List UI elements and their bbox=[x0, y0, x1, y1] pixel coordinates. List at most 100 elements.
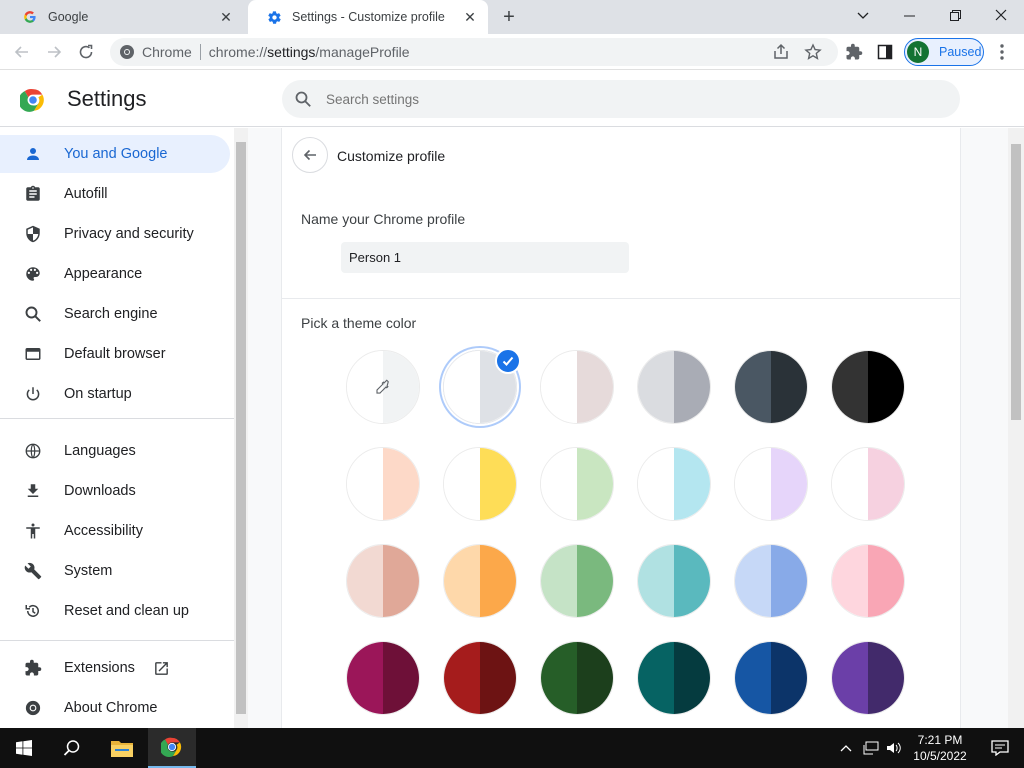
tab-title: Settings - Customize profile bbox=[292, 10, 445, 24]
page-title: Settings bbox=[67, 86, 147, 111]
share-icon[interactable] bbox=[772, 43, 790, 64]
tray-chevron-up-icon[interactable] bbox=[832, 728, 860, 768]
back-arrow-icon[interactable] bbox=[10, 40, 34, 64]
search-input[interactable] bbox=[326, 91, 926, 107]
network-icon[interactable] bbox=[858, 728, 884, 768]
close-icon[interactable]: ✕ bbox=[460, 7, 480, 27]
sidebar-item-on-startup[interactable]: On startup bbox=[0, 375, 230, 413]
sidebar-item-label: You and Google bbox=[64, 146, 168, 162]
theme-color-swatch[interactable] bbox=[540, 641, 614, 715]
theme-color-swatch[interactable] bbox=[831, 350, 905, 424]
download-icon bbox=[23, 481, 43, 501]
google-g-icon bbox=[22, 9, 38, 25]
sidebar-item-system[interactable]: System bbox=[0, 552, 230, 590]
theme-color-swatch[interactable] bbox=[637, 544, 711, 618]
theme-color-swatch[interactable] bbox=[637, 641, 711, 715]
menu-kebab-icon[interactable] bbox=[990, 40, 1014, 64]
browser-toolbar: Chrome chrome://settings/manageProfile N… bbox=[0, 34, 1024, 70]
sidebar-item-you-and-google[interactable]: You and Google bbox=[0, 135, 230, 173]
sidebar-item-autofill[interactable]: Autofill bbox=[0, 175, 230, 213]
theme-color-swatch[interactable] bbox=[637, 447, 711, 521]
theme-color-swatch[interactable] bbox=[443, 447, 517, 521]
minimize-button[interactable] bbox=[886, 0, 932, 30]
extensions-puzzle-icon[interactable] bbox=[842, 40, 866, 64]
customize-profile-card: Customize profile Name your Chrome profi… bbox=[281, 128, 961, 728]
sidebar-item-label: Appearance bbox=[64, 266, 143, 282]
theme-color-swatch[interactable] bbox=[540, 544, 614, 618]
sidebar-item-search-engine[interactable]: Search engine bbox=[0, 295, 230, 333]
sidebar-item-downloads[interactable]: Downloads bbox=[0, 472, 230, 510]
shield-icon bbox=[23, 224, 43, 244]
sidebar-item-extensions[interactable]: Extensions bbox=[0, 649, 230, 687]
forward-arrow-icon[interactable] bbox=[42, 40, 66, 64]
theme-color-swatch[interactable] bbox=[346, 641, 420, 715]
settings-sidebar: You and Google Autofill Privacy and secu… bbox=[0, 128, 234, 728]
sidebar-item-label: Default browser bbox=[64, 346, 166, 362]
profile-button[interactable]: N Paused bbox=[904, 38, 984, 66]
theme-color-swatch[interactable] bbox=[540, 447, 614, 521]
scrollbar-thumb[interactable] bbox=[1011, 144, 1021, 420]
theme-color-swatch[interactable] bbox=[637, 350, 711, 424]
notification-icon[interactable] bbox=[976, 728, 1024, 768]
sidebar-scrollbar[interactable] bbox=[234, 128, 248, 728]
settings-gear-icon bbox=[266, 9, 282, 25]
theme-color-swatch[interactable] bbox=[734, 350, 808, 424]
chrome-logo-icon bbox=[18, 87, 46, 113]
bookmark-star-icon[interactable] bbox=[804, 43, 822, 64]
reload-icon[interactable] bbox=[74, 40, 98, 64]
taskbar-search-icon[interactable] bbox=[48, 728, 96, 768]
tab-search-chevron-icon[interactable] bbox=[840, 0, 886, 30]
theme-color-swatch[interactable] bbox=[443, 544, 517, 618]
omnibox-divider bbox=[199, 44, 201, 60]
puzzle-icon bbox=[23, 658, 43, 678]
scrollbar-thumb[interactable] bbox=[236, 142, 246, 714]
tab-settings[interactable]: Settings - Customize profile ✕ bbox=[248, 0, 488, 34]
address-bar[interactable]: Chrome chrome://settings/manageProfile bbox=[110, 38, 838, 66]
clipboard-icon bbox=[23, 184, 43, 204]
windows-start-icon[interactable] bbox=[0, 728, 48, 768]
sidebar-item-label: System bbox=[64, 563, 113, 579]
theme-color-swatch[interactable] bbox=[540, 350, 614, 424]
sidebar-item-languages[interactable]: Languages bbox=[0, 432, 230, 470]
custom-color-picker-swatch[interactable] bbox=[346, 350, 420, 424]
sidebar-item-appearance[interactable]: Appearance bbox=[0, 255, 230, 293]
sidebar-item-accessibility[interactable]: Accessibility bbox=[0, 512, 230, 550]
new-tab-button[interactable]: + bbox=[498, 6, 520, 28]
sidebar-item-label: Languages bbox=[64, 443, 136, 459]
chrome-site-icon bbox=[119, 44, 135, 60]
chrome-taskbar-icon[interactable] bbox=[148, 728, 196, 768]
theme-color-swatch[interactable] bbox=[831, 641, 905, 715]
sidebar-item-label: Autofill bbox=[64, 186, 108, 202]
power-icon bbox=[23, 384, 43, 404]
palette-icon bbox=[23, 264, 43, 284]
main-scrollbar[interactable] bbox=[1008, 128, 1024, 728]
theme-color-swatch[interactable] bbox=[443, 641, 517, 715]
side-panel-icon[interactable] bbox=[873, 40, 897, 64]
chrome-icon bbox=[23, 698, 43, 718]
history-icon bbox=[23, 601, 43, 621]
volume-icon[interactable] bbox=[882, 728, 906, 768]
theme-color-swatch[interactable] bbox=[734, 641, 808, 715]
theme-color-swatch[interactable] bbox=[831, 447, 905, 521]
theme-color-swatch[interactable] bbox=[734, 544, 808, 618]
sidebar-item-privacy-and-security[interactable]: Privacy and security bbox=[0, 215, 230, 253]
sidebar-item-default-browser[interactable]: Default browser bbox=[0, 335, 230, 373]
accessibility-icon bbox=[23, 521, 43, 541]
tab-google[interactable]: Google ✕ bbox=[4, 0, 244, 34]
taskbar-clock[interactable]: 7:21 PM 10/5/2022 bbox=[904, 732, 976, 764]
settings-search[interactable] bbox=[282, 80, 960, 118]
theme-color-swatch[interactable] bbox=[734, 447, 808, 521]
site-label: Chrome bbox=[142, 44, 192, 60]
sidebar-item-about-chrome[interactable]: About Chrome bbox=[0, 689, 230, 727]
sidebar-item-reset-and-clean-up[interactable]: Reset and clean up bbox=[0, 592, 230, 630]
windows-taskbar: 7:21 PM 10/5/2022 bbox=[0, 728, 1024, 768]
restore-button[interactable] bbox=[932, 0, 978, 30]
sidebar-item-label: Reset and clean up bbox=[64, 603, 189, 619]
sidebar-item-label: Privacy and security bbox=[64, 226, 194, 242]
close-window-button[interactable] bbox=[978, 0, 1024, 30]
theme-color-swatch[interactable] bbox=[346, 544, 420, 618]
theme-color-swatch[interactable] bbox=[831, 544, 905, 618]
file-explorer-icon[interactable] bbox=[98, 728, 146, 768]
theme-color-swatch[interactable] bbox=[346, 447, 420, 521]
close-icon[interactable]: ✕ bbox=[216, 7, 236, 27]
